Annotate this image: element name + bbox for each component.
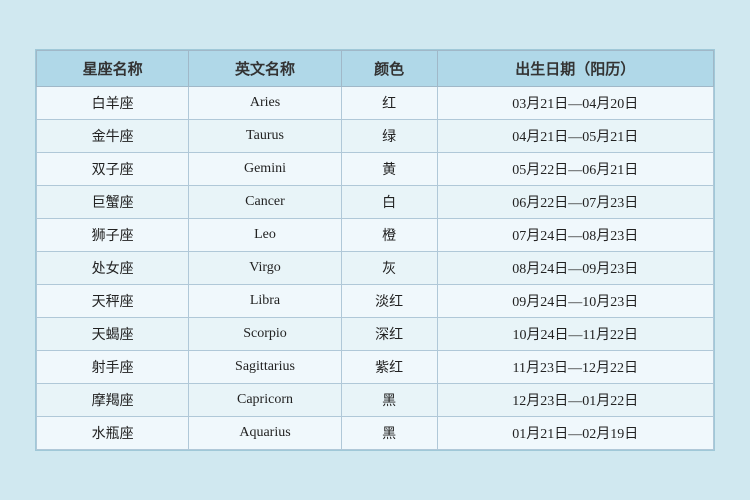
- cell-3-1: Cancer: [189, 186, 341, 219]
- cell-10-2: 黑: [341, 417, 437, 450]
- cell-2-3: 05月22日—06月21日: [437, 153, 713, 186]
- table-body: 白羊座Aries红03月21日—04月20日金牛座Taurus绿04月21日—0…: [37, 87, 714, 450]
- cell-10-3: 01月21日—02月19日: [437, 417, 713, 450]
- zodiac-table-container: 星座名称英文名称颜色出生日期（阳历） 白羊座Aries红03月21日—04月20…: [35, 49, 715, 451]
- table-header-row: 星座名称英文名称颜色出生日期（阳历）: [37, 51, 714, 87]
- cell-0-3: 03月21日—04月20日: [437, 87, 713, 120]
- cell-7-2: 深红: [341, 318, 437, 351]
- cell-3-2: 白: [341, 186, 437, 219]
- cell-6-3: 09月24日—10月23日: [437, 285, 713, 318]
- cell-7-1: Scorpio: [189, 318, 341, 351]
- header-col-0: 星座名称: [37, 51, 189, 87]
- table-row: 天蝎座Scorpio深红10月24日—11月22日: [37, 318, 714, 351]
- cell-7-3: 10月24日—11月22日: [437, 318, 713, 351]
- header-col-2: 颜色: [341, 51, 437, 87]
- cell-0-2: 红: [341, 87, 437, 120]
- cell-10-0: 水瓶座: [37, 417, 189, 450]
- cell-0-1: Aries: [189, 87, 341, 120]
- cell-4-3: 07月24日—08月23日: [437, 219, 713, 252]
- cell-6-2: 淡红: [341, 285, 437, 318]
- header-col-1: 英文名称: [189, 51, 341, 87]
- cell-9-3: 12月23日—01月22日: [437, 384, 713, 417]
- cell-5-3: 08月24日—09月23日: [437, 252, 713, 285]
- cell-8-2: 紫红: [341, 351, 437, 384]
- cell-4-2: 橙: [341, 219, 437, 252]
- cell-1-0: 金牛座: [37, 120, 189, 153]
- header-col-3: 出生日期（阳历）: [437, 51, 713, 87]
- cell-4-0: 狮子座: [37, 219, 189, 252]
- table-row: 天秤座Libra淡红09月24日—10月23日: [37, 285, 714, 318]
- cell-6-1: Libra: [189, 285, 341, 318]
- cell-1-2: 绿: [341, 120, 437, 153]
- table-row: 水瓶座Aquarius黑01月21日—02月19日: [37, 417, 714, 450]
- cell-8-3: 11月23日—12月22日: [437, 351, 713, 384]
- cell-9-1: Capricorn: [189, 384, 341, 417]
- cell-2-1: Gemini: [189, 153, 341, 186]
- cell-7-0: 天蝎座: [37, 318, 189, 351]
- cell-3-0: 巨蟹座: [37, 186, 189, 219]
- table-row: 处女座Virgo灰08月24日—09月23日: [37, 252, 714, 285]
- table-row: 金牛座Taurus绿04月21日—05月21日: [37, 120, 714, 153]
- cell-5-1: Virgo: [189, 252, 341, 285]
- cell-5-0: 处女座: [37, 252, 189, 285]
- table-row: 狮子座Leo橙07月24日—08月23日: [37, 219, 714, 252]
- table-row: 白羊座Aries红03月21日—04月20日: [37, 87, 714, 120]
- cell-8-1: Sagittarius: [189, 351, 341, 384]
- cell-10-1: Aquarius: [189, 417, 341, 450]
- cell-8-0: 射手座: [37, 351, 189, 384]
- table-row: 摩羯座Capricorn黑12月23日—01月22日: [37, 384, 714, 417]
- cell-9-2: 黑: [341, 384, 437, 417]
- cell-1-3: 04月21日—05月21日: [437, 120, 713, 153]
- cell-5-2: 灰: [341, 252, 437, 285]
- cell-0-0: 白羊座: [37, 87, 189, 120]
- table-row: 双子座Gemini黄05月22日—06月21日: [37, 153, 714, 186]
- cell-2-2: 黄: [341, 153, 437, 186]
- cell-6-0: 天秤座: [37, 285, 189, 318]
- zodiac-table: 星座名称英文名称颜色出生日期（阳历） 白羊座Aries红03月21日—04月20…: [36, 50, 714, 450]
- cell-3-3: 06月22日—07月23日: [437, 186, 713, 219]
- table-row: 巨蟹座Cancer白06月22日—07月23日: [37, 186, 714, 219]
- table-row: 射手座Sagittarius紫红11月23日—12月22日: [37, 351, 714, 384]
- cell-2-0: 双子座: [37, 153, 189, 186]
- cell-1-1: Taurus: [189, 120, 341, 153]
- cell-4-1: Leo: [189, 219, 341, 252]
- cell-9-0: 摩羯座: [37, 384, 189, 417]
